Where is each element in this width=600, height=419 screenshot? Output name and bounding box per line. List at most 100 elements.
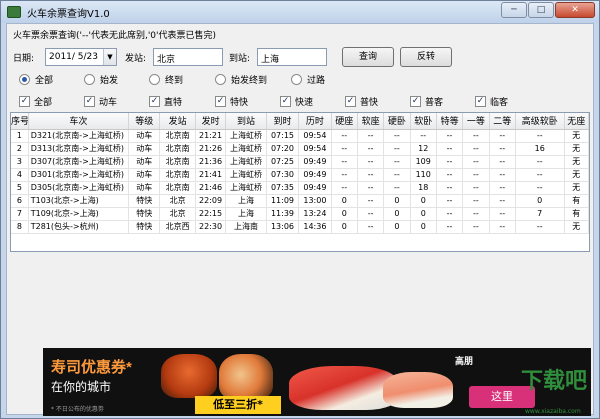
title-bar[interactable]: 火车余票查询V1.0 ─ □ ✕	[1, 1, 599, 23]
minimize-button[interactable]: ─	[501, 2, 527, 18]
radio-terminal[interactable]: 终到	[149, 73, 183, 86]
radio-all[interactable]: 全部	[19, 73, 53, 86]
checkmark-icon[interactable]: ✓	[149, 96, 160, 107]
column-header[interactable]: 无座	[564, 113, 589, 130]
legend-hint: 火车票余票查询('--'代表无此席别,'0'代表票已售完)	[13, 31, 217, 41]
check-label: 普客	[425, 98, 444, 108]
table-cell: --	[357, 207, 385, 221]
table-cell: 09:49	[298, 168, 332, 182]
check-all[interactable]: ✓ 全部	[19, 95, 52, 108]
table-cell: --	[462, 129, 490, 143]
table-cell: 7	[11, 207, 29, 221]
checkmark-icon[interactable]: ✓	[410, 96, 421, 107]
radio-origin-terminal[interactable]: 始发终到	[215, 73, 267, 86]
checkmark-icon[interactable]: ✓	[280, 96, 291, 107]
column-header[interactable]: 软座	[357, 113, 385, 130]
table-row[interactable]: 7 T109(北京->上海) 特快 北京 22:15 上海 11:39 13:24 0 -- 0 0-…	[11, 207, 589, 221]
table-cell: 无	[564, 168, 589, 182]
column-header[interactable]: 序号	[11, 113, 29, 130]
ad-banner[interactable]: 寿司优惠券* 在你的城市 * 不日公布的优惠劵 低至三折* 高朋 这里	[43, 348, 591, 416]
radio-origin[interactable]: 始发	[84, 73, 118, 86]
table-cell: 14:36	[298, 220, 332, 234]
table-cell: 11:09	[266, 194, 300, 208]
sushi-image	[161, 354, 217, 398]
column-header[interactable]: 发站	[159, 113, 196, 130]
checkmark-icon[interactable]: ✓	[215, 96, 226, 107]
date-value: 2011/ 5/23	[49, 52, 99, 62]
checkmark-icon[interactable]: ✓	[345, 96, 356, 107]
search-button[interactable]: 查询	[342, 47, 394, 67]
table-cell: 1	[11, 129, 29, 143]
table-cell: --	[489, 155, 516, 169]
column-header[interactable]: 车次	[28, 113, 130, 130]
checkmark-icon[interactable]: ✓	[475, 96, 486, 107]
table-cell: D305(北京南->上海虹桥)	[28, 181, 130, 195]
table-row[interactable]: 5 D305(北京南->上海虹桥) 动车 北京南 21:46 上海虹桥 07:35 09:49…	[11, 181, 589, 195]
table-row[interactable]: 4 D301(北京南->上海虹桥) 动车 北京南 21:41 上海虹桥 07:30 09:49…	[11, 168, 589, 182]
check-direct-express[interactable]: ✓ 直特	[149, 95, 182, 108]
reverse-button[interactable]: 反转	[400, 47, 452, 67]
close-button[interactable]: ✕	[555, 2, 595, 18]
table-cell: --	[436, 155, 464, 169]
column-header[interactable]: 到站	[225, 113, 267, 130]
chevron-down-icon[interactable]: ▼	[103, 49, 116, 65]
to-station-input[interactable]: 上海	[257, 48, 327, 66]
table-row[interactable]: 6 T103(北京->上海) 特快 北京 22:09 上海 11:09 13:00 0 -- 0 0-…	[11, 194, 589, 208]
table-cell: 5	[11, 181, 29, 195]
check-temporary[interactable]: ✓ 临客	[475, 95, 508, 108]
table-cell: 0	[410, 220, 437, 234]
radio-dot[interactable]	[291, 74, 302, 85]
column-header[interactable]: 到时	[266, 113, 300, 130]
column-header[interactable]: 硬卧	[383, 113, 411, 130]
check-regular-fast[interactable]: ✓ 普快	[345, 95, 378, 108]
table-cell: 特快	[128, 220, 161, 234]
table-cell: 21:21	[195, 129, 227, 143]
column-header[interactable]: 特等	[436, 113, 464, 130]
table-cell: 7	[515, 207, 565, 221]
table-cell: --	[357, 194, 385, 208]
column-header[interactable]: 硬座	[331, 113, 358, 130]
radio-passing[interactable]: 过路	[291, 73, 325, 86]
column-header[interactable]: 软卧	[410, 113, 437, 130]
table-cell: 6	[11, 194, 29, 208]
column-header[interactable]: 发时	[195, 113, 227, 130]
table-cell: --	[383, 181, 411, 195]
results-grid[interactable]: 序号 车次 等级 发站 发时 到站 到时 历时 硬座 软座 硬卧 软卧 特等 一…	[10, 112, 590, 252]
table-cell: 0	[331, 194, 358, 208]
maximize-button[interactable]: □	[528, 2, 554, 18]
table-cell: 动车	[128, 181, 161, 195]
column-header[interactable]: 高级软卧	[515, 113, 565, 130]
table-row[interactable]: 2 D313(北京南->上海虹桥) 动车 北京南 21:26 上海虹桥 07:20 09:54…	[11, 142, 589, 156]
checkmark-icon[interactable]: ✓	[84, 96, 95, 107]
check-regular-passenger[interactable]: ✓ 普客	[410, 95, 443, 108]
column-header[interactable]: 历时	[298, 113, 332, 130]
radio-dot[interactable]	[149, 74, 160, 85]
check-fast[interactable]: ✓ 快速	[280, 95, 313, 108]
check-label: 全部	[34, 98, 53, 108]
table-cell: 22:09	[195, 194, 227, 208]
check-label: 特快	[230, 98, 249, 108]
table-cell: 2	[11, 142, 29, 156]
radio-dot[interactable]	[19, 74, 30, 85]
table-row[interactable]: 1 D321(北京南->上海虹桥) 动车 北京南 21:21 上海虹桥 07:15 09:54…	[11, 129, 589, 143]
table-cell: 无	[564, 129, 589, 143]
column-header[interactable]: 一等	[462, 113, 490, 130]
check-emu[interactable]: ✓ 动车	[84, 95, 117, 108]
radio-dot[interactable]	[215, 74, 226, 85]
column-header[interactable]: 二等	[489, 113, 516, 130]
date-picker[interactable]: 2011/ 5/23 ▼	[45, 48, 117, 66]
ad-offer: 低至三折*	[195, 396, 281, 414]
radio-dot[interactable]	[84, 74, 95, 85]
column-header[interactable]: 等级	[128, 113, 161, 130]
table-cell: --	[383, 155, 411, 169]
checkmark-icon[interactable]: ✓	[19, 96, 30, 107]
table-cell: --	[515, 168, 565, 182]
from-station-input[interactable]: 北京	[153, 48, 223, 66]
ad-title: 寿司优惠券*	[51, 359, 132, 376]
radio-label: 始发终到	[231, 76, 268, 86]
check-express[interactable]: ✓ 特快	[215, 95, 248, 108]
table-cell: --	[383, 129, 411, 143]
table-cell: 3	[11, 155, 29, 169]
table-row[interactable]: 3 D307(北京南->上海虹桥) 动车 北京南 21:36 上海虹桥 07:25 09:49…	[11, 155, 589, 169]
table-row[interactable]: 8 T281(包头->杭州) 特快 北京西 22:30 上海南 13:06 14:36 0 -- 0…	[11, 220, 589, 234]
